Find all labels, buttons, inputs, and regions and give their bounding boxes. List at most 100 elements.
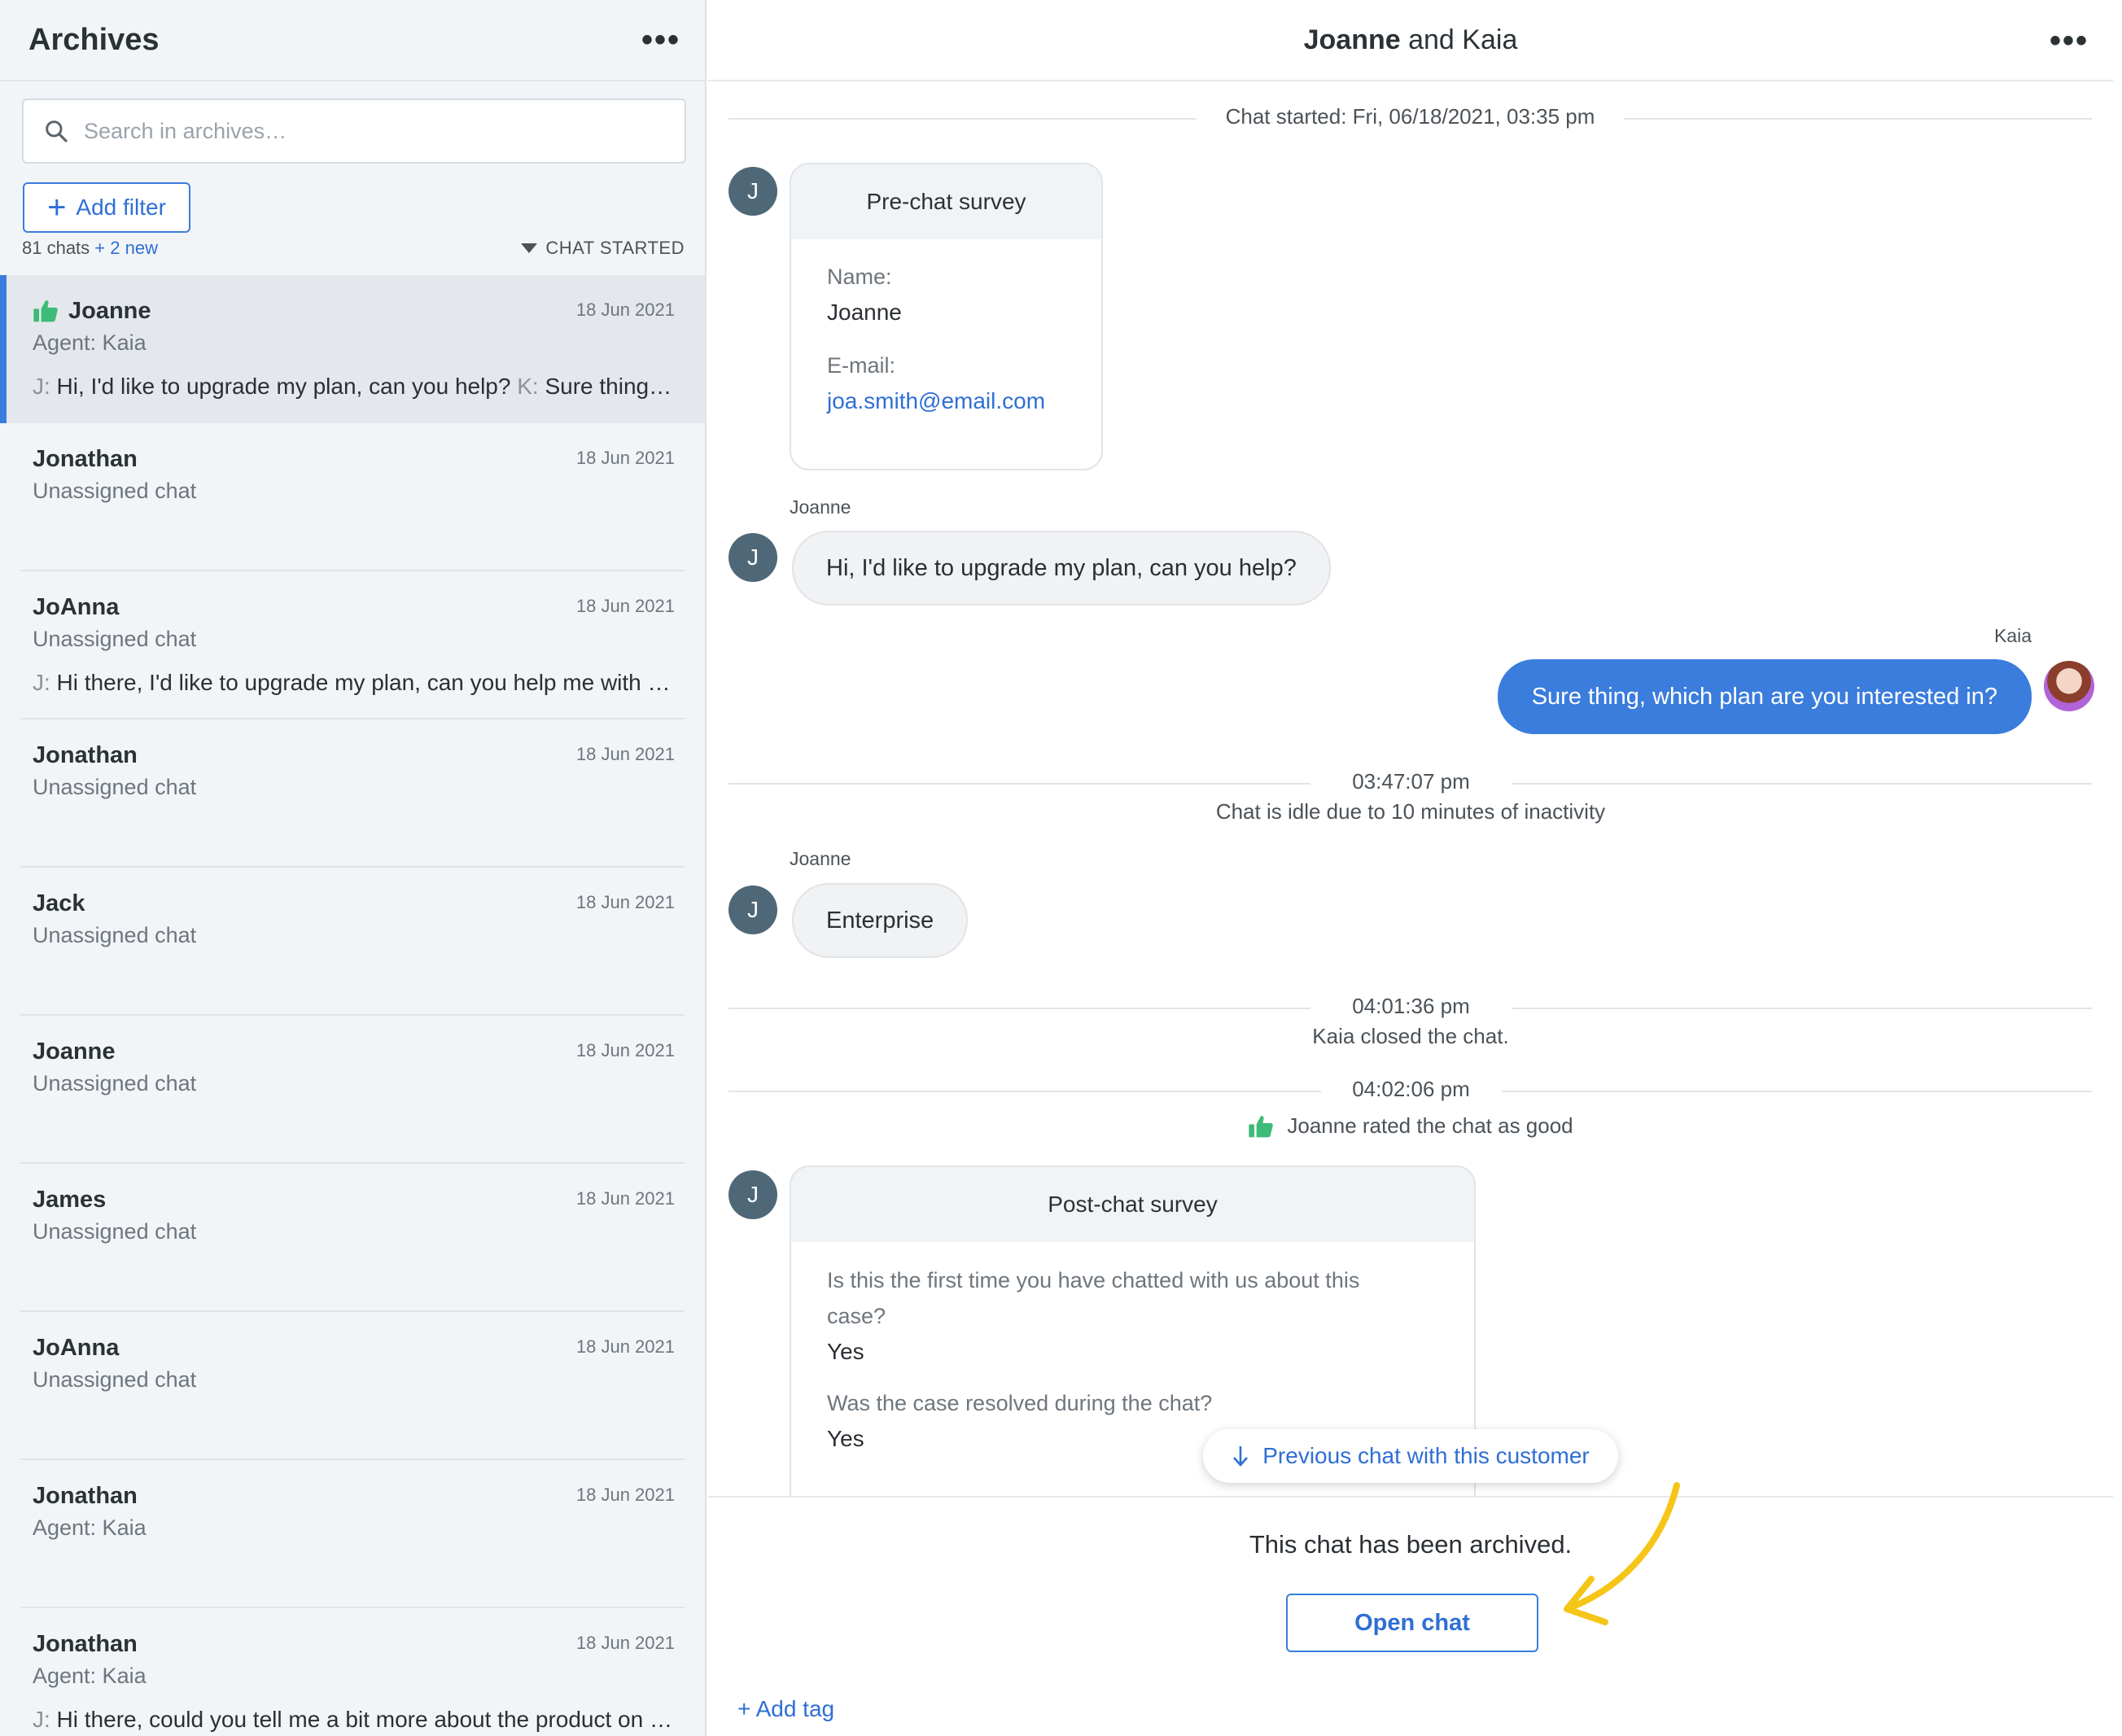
- previous-chat-button[interactable]: Previous chat with this customer: [1203, 1429, 1618, 1483]
- pre-chat-survey-title: Pre-chat survey: [791, 164, 1101, 239]
- chat-list-item[interactable]: Joanne 18 Jun 2021 Agent: Kaia J: Hi, I'…: [0, 275, 705, 423]
- survey-answer: Joanne: [827, 300, 902, 325]
- search-input[interactable]: [84, 118, 654, 144]
- add-filter-button[interactable]: + Add filter: [23, 182, 190, 233]
- chat-list-item[interactable]: JoAnna 18 Jun 2021 Unassigned chat: [0, 1312, 705, 1460]
- chat-title-agent: Kaia: [1462, 24, 1518, 55]
- chat-header: Joanne and Kaia •••: [708, 0, 2113, 81]
- chat-list-item-date: 18 Jun 2021: [575, 744, 675, 764]
- agent-message: Sure thing, which plan are you intereste…: [1497, 659, 2032, 734]
- chat-list-item[interactable]: JoAnna 18 Jun 2021 Unassigned chat J: Hi…: [0, 571, 705, 719]
- chat-list-item-preview: J: Hi, I'd like to upgrade my plan, can …: [33, 374, 676, 400]
- previous-chat-label: Previous chat with this customer: [1262, 1443, 1590, 1468]
- chat-title-and: and: [1400, 24, 1463, 55]
- sidebar-header: Archives •••: [0, 0, 705, 81]
- divider: [1624, 118, 2092, 120]
- chat-list-item-date: 18 Jun 2021: [575, 596, 675, 616]
- open-chat-button[interactable]: Open chat: [1286, 1594, 1538, 1652]
- sidebar-more-icon[interactable]: •••: [641, 24, 680, 56]
- idle-time: 03:47:07 pm: [1352, 769, 1470, 794]
- customer-message: Enterprise: [792, 883, 969, 958]
- new-chats-link[interactable]: + 2 new: [94, 238, 158, 258]
- preview-text: Hi there, could you tell me a bit more a…: [56, 1707, 676, 1732]
- thumbs-up-icon: [33, 300, 58, 322]
- add-filter-label: Add filter: [76, 195, 166, 220]
- chat-list-item-date: 18 Jun 2021: [575, 1336, 675, 1357]
- chat-list-item-subtitle: Unassigned chat: [33, 479, 197, 503]
- chat-title: Joanne and Kaia: [1304, 24, 1518, 56]
- message-author: Kaia: [1993, 625, 2032, 646]
- customer-avatar: J: [728, 167, 777, 216]
- chat-list-item-preview: J: Hi there, I'd like to upgrade my plan…: [33, 670, 676, 696]
- chat-list-item-subtitle: Unassigned chat: [33, 923, 197, 947]
- chat-list-item[interactable]: Jonathan 18 Jun 2021 Unassigned chat: [0, 719, 705, 868]
- chat-list-item-name: Joanne: [68, 297, 151, 324]
- sidebar-title: Archives: [28, 22, 160, 57]
- divider: [1512, 1008, 2092, 1009]
- chat-list-item-date: 18 Jun 2021: [575, 1188, 675, 1209]
- closed-notice: Kaia closed the chat.: [1312, 1024, 1509, 1048]
- chat-list-item-subtitle: Unassigned chat: [33, 1367, 197, 1392]
- chat-list-item-date: 18 Jun 2021: [575, 300, 675, 320]
- idle-notice: Chat is idle due to 10 minutes of inacti…: [1215, 799, 1606, 824]
- chat-list-item-subtitle: Agent: Kaia: [33, 1664, 147, 1688]
- chat-list-item[interactable]: Jonathan 18 Jun 2021 Agent: Kaia J: Hi t…: [0, 1608, 705, 1736]
- divider: [1512, 783, 2092, 785]
- chat-list-item[interactable]: Joanne 18 Jun 2021 Unassigned chat: [0, 1016, 705, 1164]
- chat-list-item[interactable]: Jonathan 18 Jun 2021 Unassigned chat: [0, 423, 705, 571]
- chat-list-item-date: 18 Jun 2021: [575, 448, 675, 468]
- survey-question: Was the case resolved during the chat?: [827, 1391, 1213, 1415]
- customer-avatar: J: [728, 885, 777, 934]
- arrow-down-icon: [1233, 1446, 1249, 1467]
- survey-answer: Yes: [827, 1339, 864, 1364]
- divider: [728, 783, 1310, 785]
- customer-avatar: J: [728, 533, 777, 582]
- chat-list-item-subtitle: Agent: Kaia: [33, 1515, 147, 1540]
- chat-list-item-subtitle: Unassigned chat: [33, 1219, 197, 1244]
- chat-list-item-subtitle: Unassigned chat: [33, 1071, 197, 1095]
- message-author: Joanne: [790, 848, 851, 869]
- email-link[interactable]: joa.smith@email.com: [827, 383, 1065, 419]
- chat-list-item-subtitle: Agent: Kaia: [33, 330, 147, 355]
- chat-counts: 81 chats + 2 new: [22, 238, 158, 259]
- rated-notice: Joanne rated the chat as good: [708, 1113, 2113, 1139]
- chat-panel: Joanne and Kaia ••• Chat started: Fri, 0…: [708, 0, 2113, 1736]
- agent-avatar: [2044, 661, 2094, 711]
- chat-list-item-subtitle: Unassigned chat: [33, 627, 197, 651]
- rated-time: 04:02:06 pm: [1352, 1077, 1470, 1101]
- survey-question: Is this the first time you have chatted …: [827, 1268, 1360, 1328]
- divider: [728, 1008, 1310, 1009]
- add-tag-link[interactable]: + Add tag: [737, 1696, 834, 1722]
- chat-list-item-subtitle: Unassigned chat: [33, 775, 197, 799]
- chat-list-item[interactable]: James 18 Jun 2021 Unassigned chat: [0, 1164, 705, 1312]
- message-author: Joanne: [790, 496, 851, 518]
- chat-started-label: Chat started: Fri, 06/18/2021, 03:35 pm: [1225, 104, 1595, 129]
- thumbs-up-icon: [1249, 1115, 1274, 1137]
- preview-prefix: J:: [33, 670, 50, 695]
- chat-list-item-date: 18 Jun 2021: [575, 892, 675, 912]
- archived-notice: This chat has been archived.: [1249, 1530, 1573, 1559]
- chat-list: Joanne 18 Jun 2021 Agent: Kaia J: Hi, I'…: [0, 275, 705, 1736]
- chat-list-item[interactable]: Jonathan 18 Jun 2021 Agent: Kaia: [0, 1460, 705, 1608]
- survey-question: E-mail:: [827, 353, 896, 378]
- preview-prefix: J:: [33, 374, 50, 399]
- annotation-arrow-icon: [1564, 1482, 1680, 1625]
- post-chat-survey-title: Post-chat survey: [791, 1167, 1474, 1242]
- chat-list-item[interactable]: Jack 18 Jun 2021 Unassigned chat: [0, 868, 705, 1016]
- customer-avatar: J: [728, 1170, 777, 1219]
- chat-more-icon[interactable]: •••: [2050, 24, 2089, 57]
- divider: [728, 118, 1197, 120]
- chat-list-item-date: 18 Jun 2021: [575, 1633, 675, 1653]
- rated-text: Joanne rated the chat as good: [1287, 1113, 1573, 1138]
- customer-message: Hi, I'd like to upgrade my plan, can you…: [792, 531, 1331, 606]
- plus-icon: +: [47, 190, 67, 225]
- preview-prefix: K:: [517, 374, 539, 399]
- preview-text: Sure thing, which plan are you intereste…: [545, 374, 676, 399]
- sort-dropdown[interactable]: CHAT STARTED: [521, 238, 685, 259]
- chat-count: 81 chats: [22, 238, 90, 258]
- search-box[interactable]: [22, 98, 686, 164]
- chat-list-item-date: 18 Jun 2021: [575, 1485, 675, 1505]
- chat-title-customer: Joanne: [1303, 24, 1401, 55]
- preview-text: Hi, I'd like to upgrade my plan, can you…: [50, 374, 518, 399]
- preview-text: Hi there, I'd like to upgrade my plan, c…: [50, 670, 676, 695]
